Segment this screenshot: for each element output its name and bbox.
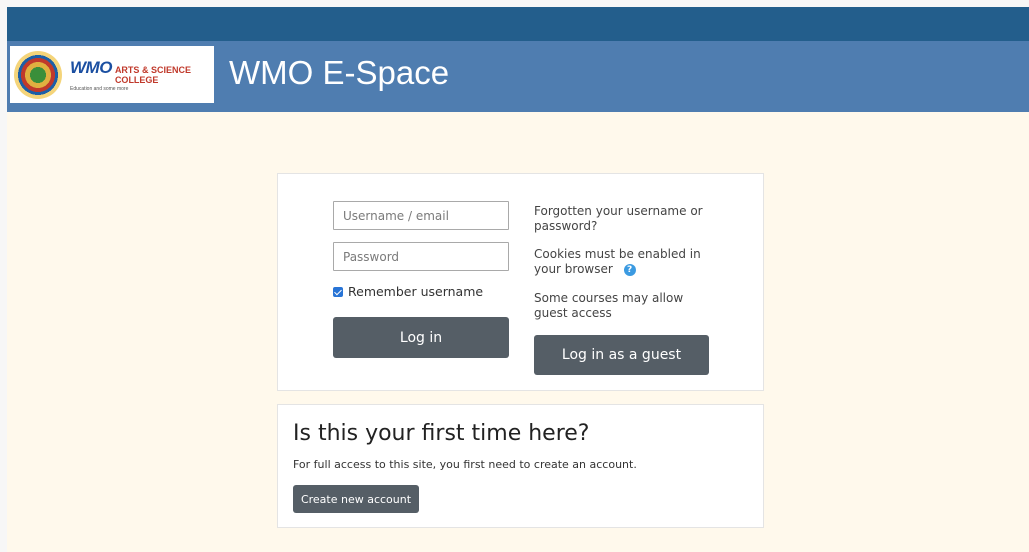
college-seal-icon — [14, 50, 62, 99]
signup-panel: Is this your first time here? For full a… — [277, 404, 764, 528]
site-logo[interactable]: WMO ARTS & SCIENCE COLLEGE Education and… — [10, 46, 214, 103]
cookies-notice: Cookies must be enabled in your browser … — [534, 247, 709, 277]
page-header-banner: WMO ARTS & SCIENCE COLLEGE Education and… — [7, 41, 1029, 112]
remember-username[interactable]: Remember username — [333, 284, 483, 299]
site-title[interactable]: WMO E-Space — [229, 51, 449, 95]
signup-heading: Is this your first time here? — [293, 421, 590, 446]
username-input[interactable] — [333, 201, 509, 230]
guest-login-button[interactable]: Log in as a guest — [534, 335, 709, 375]
login-button[interactable]: Log in — [333, 317, 509, 358]
logo-college: ARTS & SCIENCE COLLEGE — [114, 64, 191, 85]
create-account-button[interactable]: Create new account — [293, 485, 419, 513]
guest-access-note: Some courses may allow guest access — [534, 291, 684, 320]
password-input[interactable] — [333, 242, 509, 271]
logo-tagline: Education and some more — [70, 85, 129, 92]
cookies-notice-text: Cookies must be enabled in your browser — [534, 247, 701, 276]
signup-instructions: For full access to this site, you first … — [293, 458, 637, 471]
logo-text: WMO ARTS & SCIENCE COLLEGE Education and… — [70, 58, 214, 92]
logo-brand: WMO — [70, 57, 112, 77]
login-panel: Remember username Log in Forgotten your … — [277, 173, 764, 391]
remember-username-label: Remember username — [348, 284, 484, 299]
forgot-password-link[interactable]: Forgotten your username or password? — [534, 204, 724, 234]
checkbox-checked-icon[interactable] — [333, 286, 343, 297]
question-circle-icon[interactable]: ? — [623, 263, 636, 276]
top-navbar — [7, 7, 1029, 41]
